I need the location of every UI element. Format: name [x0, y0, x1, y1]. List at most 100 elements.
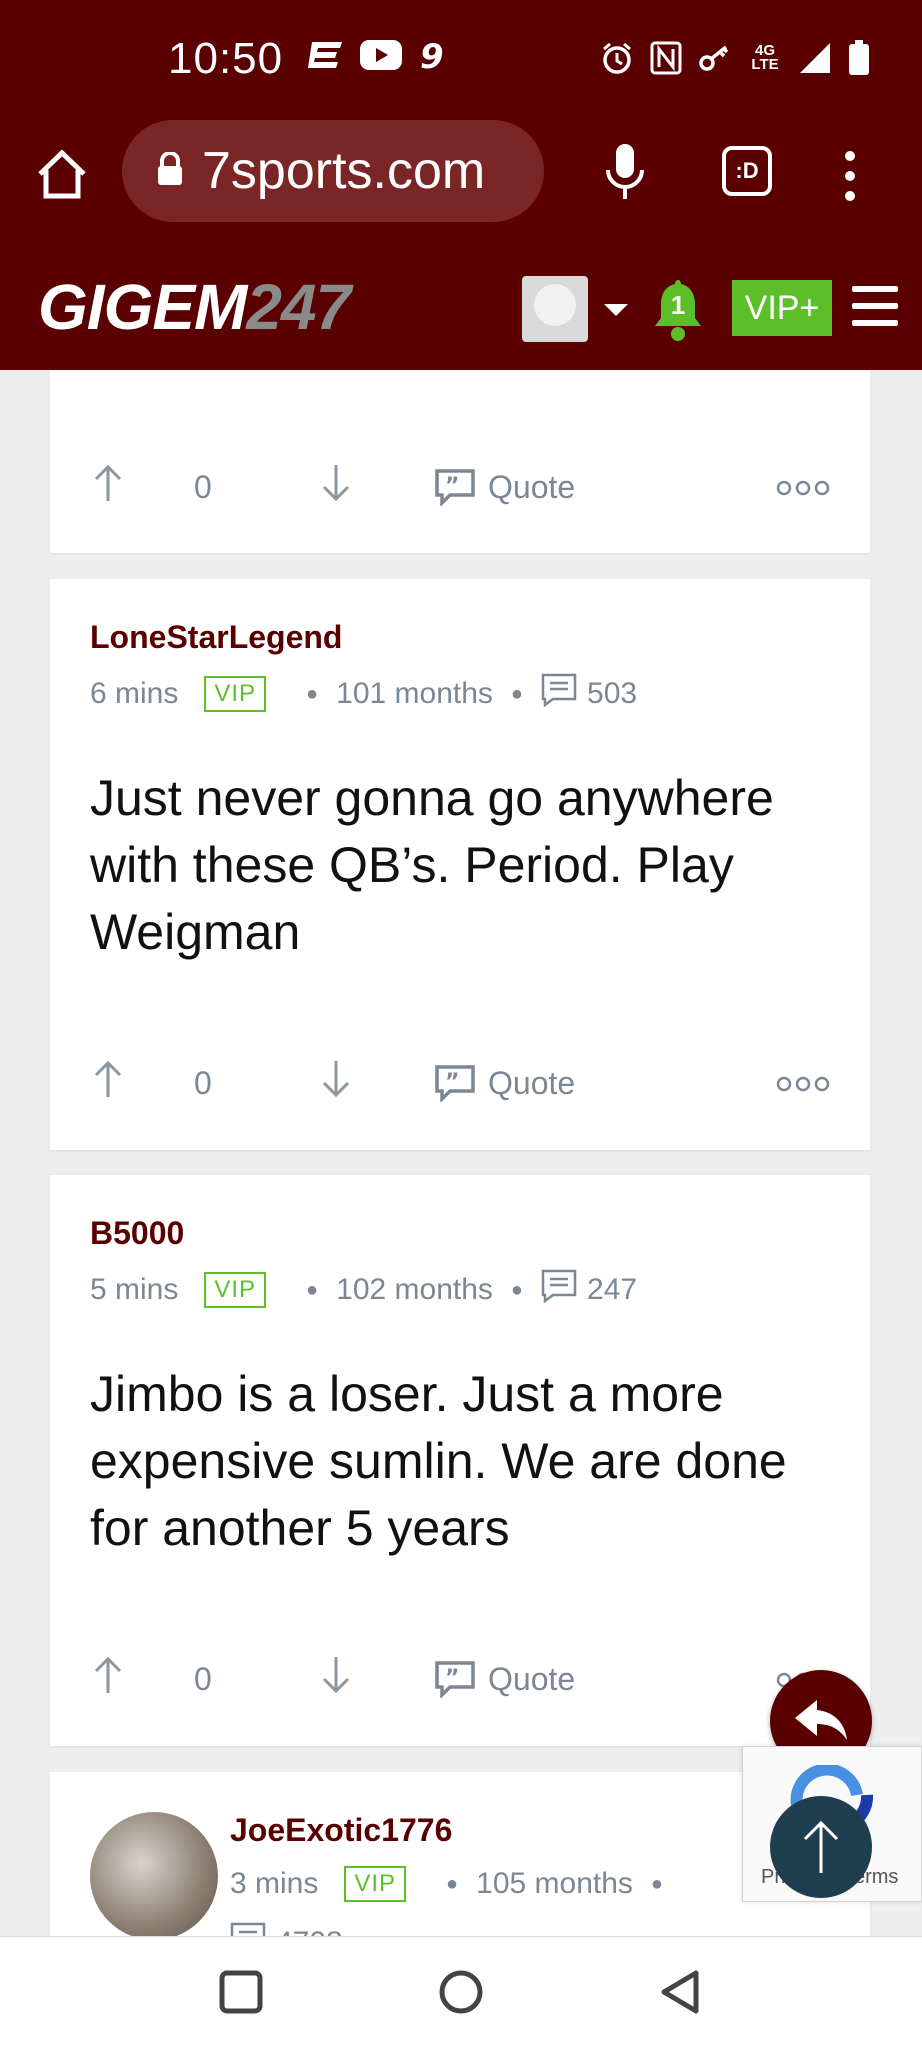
post-card: B5000 5 mins VIP ● 102 months ● 247 Jimb… [50, 1175, 870, 1746]
post-meta-count: 4708 [230, 1922, 343, 1936]
address-bar[interactable]: 7sports.com [122, 120, 544, 222]
network-type: 4G LTE [748, 42, 782, 73]
quote-button[interactable]: ” Quote [434, 1660, 575, 1698]
separator-dot: ● [510, 682, 524, 705]
downvote-button[interactable] [320, 463, 352, 511]
vip-plus-button[interactable]: VIP+ [732, 280, 832, 336]
post-actions: 0 ” Quote [90, 457, 830, 517]
post-body: Jimbo is a loser. Just a more expensive … [90, 1366, 787, 1556]
logo-text: GIGEM [38, 271, 247, 343]
more-options-button[interactable] [776, 469, 830, 506]
more-horizontal-icon [776, 1076, 830, 1091]
tab-switcher-label: :D [735, 158, 759, 183]
status-time: 10:50 [168, 34, 284, 83]
svg-text:”: ” [445, 1070, 459, 1095]
signal-icon [798, 41, 832, 75]
member-tenure: 101 months [336, 677, 493, 710]
scroll-to-top-button[interactable] [770, 1796, 872, 1898]
back-triangle-icon [661, 1970, 699, 2014]
post-actions: 0 ” Quote [90, 1053, 830, 1113]
post-meta: 6 mins VIP ● 101 months ● 503 [90, 673, 637, 715]
downvote-button[interactable] [320, 1655, 352, 1703]
square-icon [219, 1970, 263, 2014]
lock-icon [156, 150, 184, 191]
nfc-icon [650, 41, 682, 75]
separator-dot: ● [650, 1872, 664, 1895]
home-button[interactable] [34, 146, 90, 202]
vote-count: 0 [194, 1660, 212, 1697]
home-nav-button[interactable] [436, 1967, 486, 2017]
member-tenure: 105 months [476, 1867, 633, 1900]
arrow-up-icon [94, 1060, 122, 1097]
status-left-icons: 9 [308, 38, 448, 72]
post-meta: 5 mins VIP ● 102 months ● 247 [90, 1269, 637, 1311]
upvote-button[interactable] [92, 1655, 124, 1703]
home-icon [38, 149, 86, 199]
recents-button[interactable] [216, 1967, 266, 2017]
arrow-up-icon [94, 464, 122, 501]
post-count: 4708 [276, 1926, 343, 1936]
separator-dot: ● [306, 682, 319, 705]
browser-toolbar: 7sports.com :D [0, 120, 922, 230]
post-username[interactable]: B5000 [90, 1215, 184, 1252]
post-body: Just never gonna go anywhere with these … [90, 770, 774, 960]
post-count: 247 [587, 1273, 638, 1306]
chevron-down-icon[interactable] [604, 304, 628, 316]
e-icon [308, 40, 344, 70]
microphone-icon [606, 144, 644, 199]
upvote-button[interactable] [92, 463, 124, 511]
quote-label: Quote [488, 1660, 576, 1697]
quote-button[interactable]: ” Quote [434, 468, 575, 506]
system-nav-bar [0, 1936, 922, 2048]
vote-count: 0 [194, 1064, 212, 1101]
browser-menu-button[interactable] [838, 146, 862, 206]
svg-text:”: ” [445, 474, 459, 499]
logo-number: 247 [246, 271, 351, 343]
status-bar: 10:50 9 4G LTE [0, 0, 922, 120]
upvote-button[interactable] [92, 1059, 124, 1107]
notifications-button[interactable]: 1 [650, 276, 706, 346]
post-meta: 3 mins VIP ● 105 months ● [230, 1866, 681, 1902]
comment-count-icon [541, 673, 577, 715]
quote-button[interactable]: ” Quote [434, 1064, 575, 1102]
site-logo[interactable]: GIGEM247 [38, 270, 351, 344]
url-text: 7sports.com [202, 142, 486, 200]
voice-search-button[interactable] [600, 142, 650, 202]
arrow-down-icon [322, 1061, 350, 1098]
more-options-button[interactable] [776, 1065, 830, 1102]
reply-icon [795, 1700, 847, 1740]
member-tenure: 102 months [336, 1273, 493, 1306]
user-avatar[interactable] [522, 276, 588, 342]
arrow-up-icon [803, 1820, 839, 1873]
arrow-down-icon [322, 1657, 350, 1694]
post-time: 3 mins [230, 1867, 319, 1900]
youtube-icon [360, 40, 402, 70]
user-avatar-photo[interactable] [90, 1812, 218, 1936]
vote-count: 0 [194, 468, 212, 505]
network-text: 4G LTE [751, 42, 779, 73]
post-count: 503 [587, 677, 638, 710]
post-card: 0 ” Quote [50, 370, 870, 553]
post-time: 5 mins [90, 1273, 179, 1306]
more-horizontal-icon [776, 480, 830, 495]
notification-count: 1 [670, 290, 686, 320]
hamburger-menu-button[interactable] [852, 286, 898, 326]
quote-icon: ” [435, 1065, 475, 1102]
vip-badge: VIP [204, 1272, 267, 1308]
tab-switcher-button[interactable]: :D [722, 146, 772, 196]
post-username[interactable]: JoeExotic1776 [230, 1812, 452, 1849]
quote-label: Quote [488, 1064, 576, 1101]
downvote-button[interactable] [320, 1059, 352, 1107]
post-username[interactable]: LoneStarLegend [90, 619, 342, 656]
post-actions: 0 ” Quote [90, 1649, 830, 1709]
vip-badge: VIP [204, 676, 267, 712]
status-right-icons: 4G LTE [600, 40, 870, 76]
separator-dot: ● [446, 1872, 459, 1895]
nine-icon: 9 [418, 38, 448, 72]
site-header: GIGEM247 1 VIP+ [0, 230, 922, 370]
back-button[interactable] [656, 1967, 706, 2017]
post-card: LoneStarLegend 6 mins VIP ● 101 months ●… [50, 579, 870, 1150]
quote-icon: ” [435, 469, 475, 506]
svg-text:”: ” [445, 1666, 459, 1691]
quote-icon: ” [435, 1661, 475, 1698]
